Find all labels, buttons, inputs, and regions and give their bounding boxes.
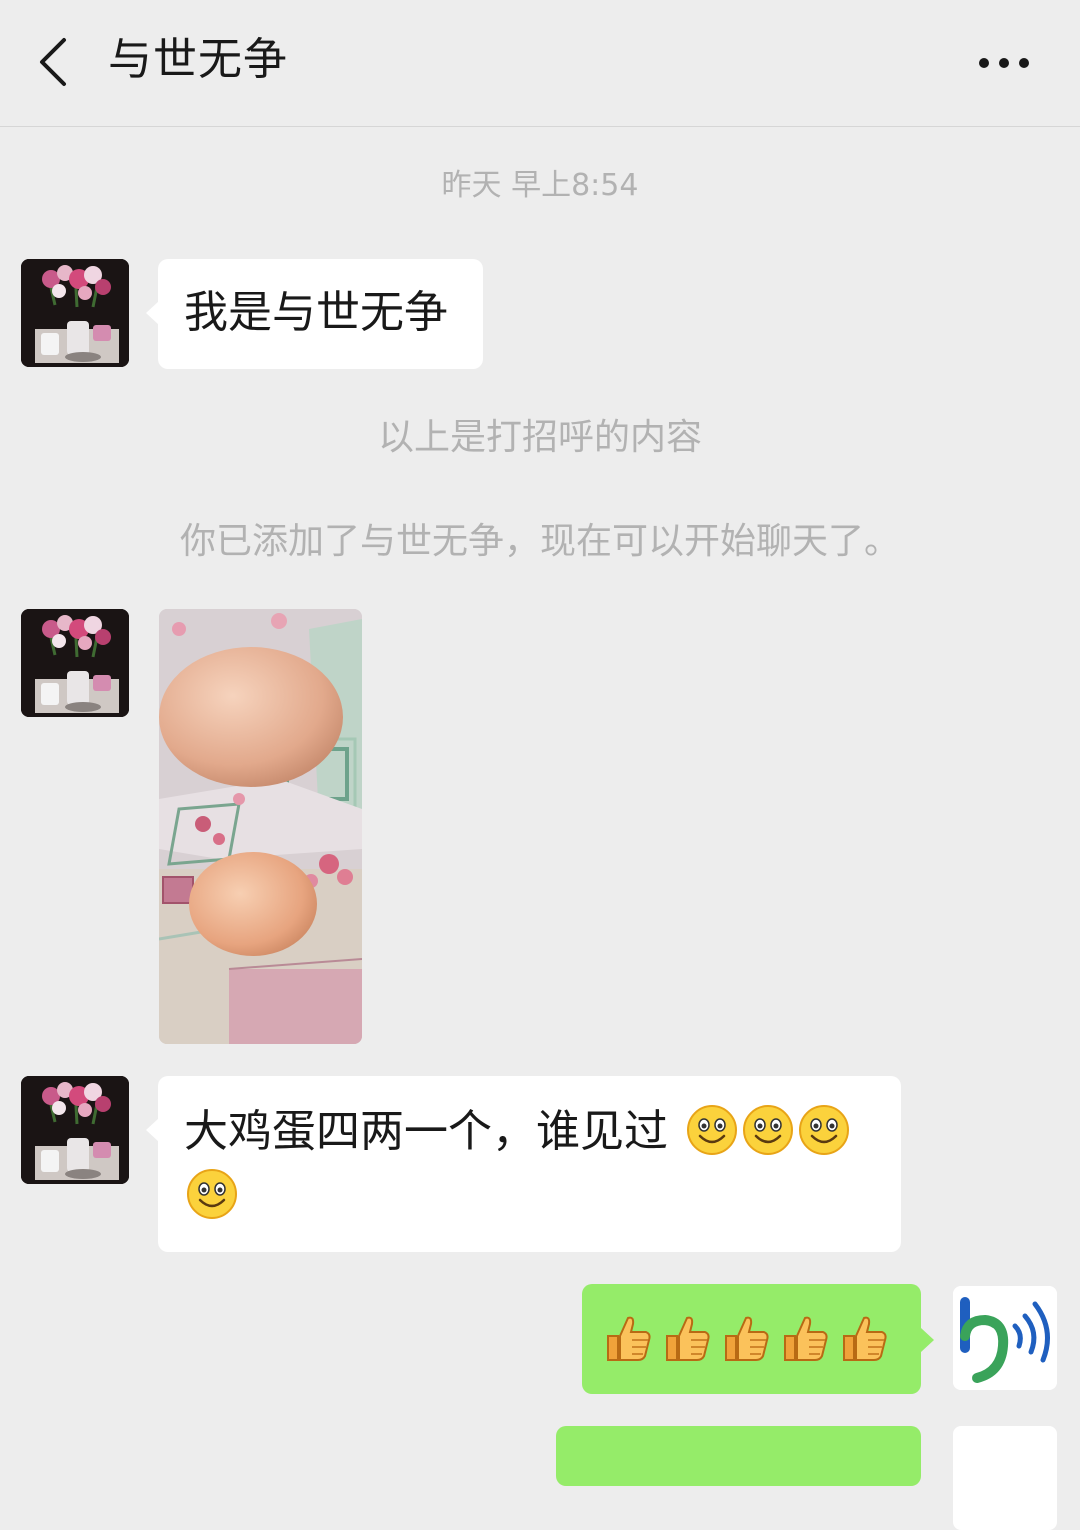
message-photo[interactable] [159,609,362,1044]
smile-emoji-icon [798,1104,850,1156]
message-bubble[interactable]: 大鸡蛋四两一个，谁见过 [146,1076,901,1252]
timestamp: 昨天 早上8:54 [441,168,639,203]
contact-avatar[interactable] [21,1076,129,1184]
thumbs-up-icon [838,1312,890,1364]
message-text: 我是与世无争 [184,287,448,338]
message-bubble[interactable]: 我是与世无争 [146,259,483,369]
smile-emoji-icon [186,1168,238,1220]
message-text: 大鸡蛋四两一个，谁见过 [184,1106,668,1157]
chevron-left-icon[interactable] [36,36,72,88]
outgoing-message-bubble[interactable] [582,1284,934,1394]
more-horizontal-icon[interactable] [976,52,1032,74]
my-avatar[interactable] [953,1426,1057,1530]
contact-avatar[interactable] [21,609,129,717]
thumbs-up-icon [779,1312,831,1364]
chat-title: 与世无争 [108,34,288,85]
chat-header: 与世无争 [0,0,1080,127]
smile-emoji-icon [742,1104,794,1156]
contact-avatar[interactable] [21,259,129,367]
smile-emoji-icon [686,1104,738,1156]
thumbs-up-icon [661,1312,713,1364]
system-notice: 以上是打招呼的内容 [377,417,702,458]
outgoing-message-bubble[interactable] [556,1426,921,1486]
my-avatar[interactable] [953,1286,1057,1390]
thumbs-up-icon [720,1312,772,1364]
thumbs-up-icon [602,1312,654,1364]
system-notice: 你已添加了与世无争，现在可以开始聊天了。 [179,521,900,562]
